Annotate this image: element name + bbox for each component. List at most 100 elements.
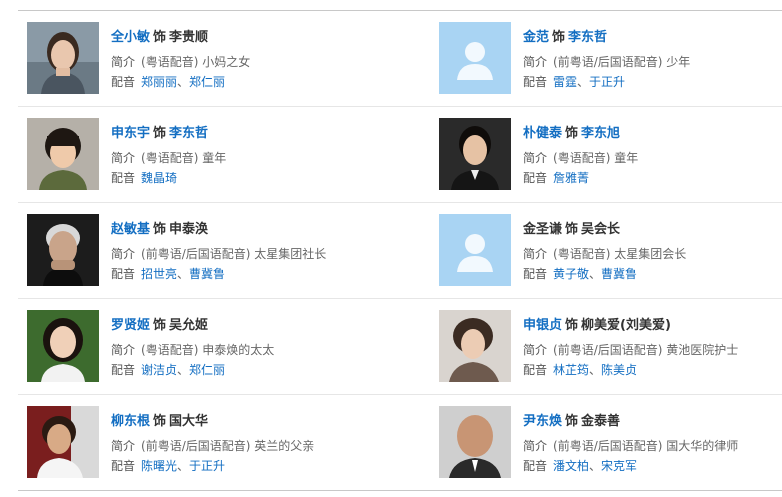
voice-actor-link[interactable]: 雷霆 — [553, 75, 577, 89]
cast-row: 赵敏基饰申泰涣 简介(前粤语/后国语配音) 太星集团社长 配音招世亮、曹冀鲁 — [18, 203, 782, 299]
role-name-link[interactable]: 李东哲 — [568, 30, 607, 45]
comma: 、 — [177, 75, 190, 89]
actor-photo[interactable] — [27, 118, 99, 190]
placeholder-avatar[interactable] — [439, 214, 511, 286]
actor-photo[interactable] — [439, 118, 511, 190]
intro-label: 简介 — [111, 439, 136, 453]
actor-photo[interactable] — [439, 310, 511, 382]
role-name: 金泰善 — [581, 414, 621, 429]
voice-line: 配音 雷霆、于正升 — [523, 73, 782, 91]
intro-label: 简介 — [111, 55, 136, 69]
voice-actor-link[interactable]: 詹雅菁 — [553, 171, 589, 185]
as-label: 饰 — [153, 222, 167, 237]
cast-card: 金范饰李东哲 简介 (前粤语/后国语配音) 少年 配音 雷霆、于正升 — [430, 11, 782, 107]
voice-actor-link[interactable]: 招世亮 — [141, 267, 177, 281]
cast-info: 朴健泰饰李东旭 简介 (粤语配音) 童年 配音 詹雅菁 — [523, 125, 782, 187]
intro-label: 简介 — [523, 55, 548, 69]
cast-info: 柳东根饰国大华 简介 (前粤语/后国语配音) 英兰的父亲 配音 陈曙光、于正升 — [111, 413, 398, 475]
as-label: 饰 — [565, 222, 579, 237]
voice-actor-link[interactable]: 曹冀鲁 — [601, 267, 637, 281]
actor-name-link[interactable]: 金范 — [523, 30, 549, 45]
actor-name-link[interactable]: 申东宇 — [111, 126, 150, 141]
role-name-link[interactable]: 李东旭 — [581, 126, 620, 141]
voice-label: 配音 — [111, 171, 136, 185]
comma: 、 — [177, 459, 190, 473]
as-label: 饰 — [153, 318, 167, 333]
voice-actor-link[interactable]: 于正升 — [189, 459, 225, 473]
cast-row: 柳东根饰国大华 简介(前粤语/后国语配音) 英兰的父亲 配音陈曙光、于正升 — [18, 395, 782, 491]
placeholder-avatar[interactable] — [439, 22, 511, 94]
voice-actor-link[interactable]: 潘文柏 — [553, 459, 589, 473]
actor-name-link[interactable]: 全小敏 — [111, 30, 150, 45]
cast-row: 全小敏饰李贵顺 简介 (粤语配音) 小妈之女 配音 郑丽丽、郑仁丽 金范 饰 李… — [18, 11, 782, 107]
voice-actor-link[interactable]: 宋克军 — [601, 459, 637, 473]
cast-card: 申银贞饰柳美爱(刘美爱) 简介 (前粤语/后国语配音) 黄池医院护士 配音 林芷筠、… — [430, 299, 782, 395]
actor-name-link[interactable]: 朴健泰 — [523, 126, 562, 141]
voice-actor-link[interactable]: 林芷筠 — [553, 363, 589, 377]
cast-info: 金范饰李东哲 简介 (前粤语/后国语配音) 少年 配音 雷霆、于正升 — [523, 29, 782, 91]
voice-actor-link[interactable]: 谢洁贞 — [141, 363, 177, 377]
voice-actor-link[interactable]: 曹冀鲁 — [189, 267, 225, 281]
cast-title: 金范饰李东哲 — [523, 29, 782, 47]
actor-name-link[interactable]: 申银贞 — [523, 318, 562, 333]
voice-label: 配音 — [111, 75, 136, 89]
actor-photo[interactable] — [27, 22, 99, 94]
intro-label: 简介 — [111, 151, 136, 165]
cast-info: 金圣谦饰吴会长 简介 (粤语配音) 太星集团会长 配音 黄子敬、曹冀鲁 — [523, 221, 782, 283]
comma: 、 — [589, 363, 602, 377]
intro-line: 简介 (粤语配音) 太星集团会长 — [523, 245, 782, 263]
role-name: 柳美爱(刘美爱) — [581, 318, 671, 333]
cast-card: 朴健泰饰李东旭 简介 (粤语配音) 童年 配音 詹雅菁 — [430, 107, 782, 203]
cast-card: 柳东根饰国大华 简介 (前粤语/后国语配音) 英兰的父亲 配音 陈曙光、于正升 — [18, 395, 398, 491]
voice-actor-link[interactable]: 陈曙光 — [141, 459, 177, 473]
actor-name-link[interactable]: 尹东焕 — [523, 414, 562, 429]
intro-line: 简介 (前粤语/后国语配音) 黄池医院护士 — [523, 341, 782, 359]
voice-actor-link[interactable]: 郑丽丽 — [141, 75, 177, 89]
voice-actor-link[interactable]: 魏晶琦 — [141, 171, 177, 185]
cast-row: 罗贤姬饰吴允姬 简介 (粤语配音) 申泰焕的太太 配音 谢洁贞、郑仁丽 申银贞 … — [18, 299, 782, 395]
cast-title: 罗贤姬饰吴允姬 — [111, 317, 398, 335]
cast-title: 金圣谦饰吴会长 — [523, 221, 782, 239]
intro-label: 简介 — [523, 247, 548, 261]
voice-actor-link[interactable]: 黄子敬 — [553, 267, 589, 281]
actor-name-link[interactable]: 罗贤姬 — [111, 318, 150, 333]
voice-actor-link[interactable]: 陈美贞 — [601, 363, 637, 377]
voice-actor-link[interactable]: 郑仁丽 — [189, 75, 225, 89]
voice-line: 配音 詹雅菁 — [523, 169, 782, 187]
cast-card: 赵敏基饰申泰涣 简介 (前粤语/后国语配音) 太星集团社长 配音 招世亮、曹冀鲁 — [18, 203, 398, 299]
actor-photo[interactable] — [439, 406, 511, 478]
cast-list: 全小敏饰李贵顺 简介 (粤语配音) 小妈之女 配音 郑丽丽、郑仁丽 金范 饰 李… — [18, 11, 782, 491]
as-label: 饰 — [565, 414, 579, 429]
actor-name-link[interactable]: 赵敏基 — [111, 222, 150, 237]
actor-photo[interactable] — [27, 310, 99, 382]
voice-actor-link[interactable]: 于正升 — [589, 75, 625, 89]
cast-info: 尹东焕饰金泰善 简介 (前粤语/后国语配音) 国大华的律师 配音 潘文柏、宋克军 — [523, 413, 782, 475]
comma: 、 — [589, 459, 602, 473]
actor-photo[interactable] — [27, 406, 99, 478]
actor-photo[interactable] — [27, 214, 99, 286]
cast-title: 赵敏基饰申泰涣 — [111, 221, 398, 239]
cast-row: 申东宇饰李东哲 简介 (粤语配音) 童年 配音 魏晶琦 朴健泰 饰 李东旭 简介… — [18, 107, 782, 203]
cast-title: 朴健泰饰李东旭 — [523, 125, 782, 143]
cast-title: 全小敏饰李贵顺 — [111, 29, 398, 47]
cast-title: 申银贞饰柳美爱(刘美爱) — [523, 317, 782, 335]
voice-label: 配音 — [111, 363, 136, 377]
intro-text: (粤语配音) 太星集团会长 — [553, 247, 687, 261]
actor-name-link[interactable]: 柳东根 — [111, 414, 150, 429]
intro-label: 简介 — [111, 343, 136, 357]
actor-name: 金圣谦 — [523, 222, 563, 237]
voice-label: 配音 — [523, 171, 548, 185]
voice-line: 配音 潘文柏、宋克军 — [523, 457, 782, 475]
voice-actor-link[interactable]: 郑仁丽 — [189, 363, 225, 377]
role-name: 吴会长 — [581, 222, 621, 237]
role-name: 吴允姬 — [169, 318, 209, 333]
intro-text: (前粤语/后国语配音) 少年 — [553, 55, 691, 69]
voice-line: 配音 谢洁贞、郑仁丽 — [111, 361, 398, 379]
role-name-link[interactable]: 李东哲 — [169, 126, 208, 141]
voice-label: 配音 — [523, 267, 548, 281]
intro-text: (粤语配音) 申泰焕的太太 — [141, 343, 275, 357]
as-label: 饰 — [565, 318, 579, 333]
intro-text: (粤语配音) 童年 — [141, 151, 227, 165]
comma: 、 — [177, 267, 190, 281]
role-name: 国大华 — [169, 414, 209, 429]
